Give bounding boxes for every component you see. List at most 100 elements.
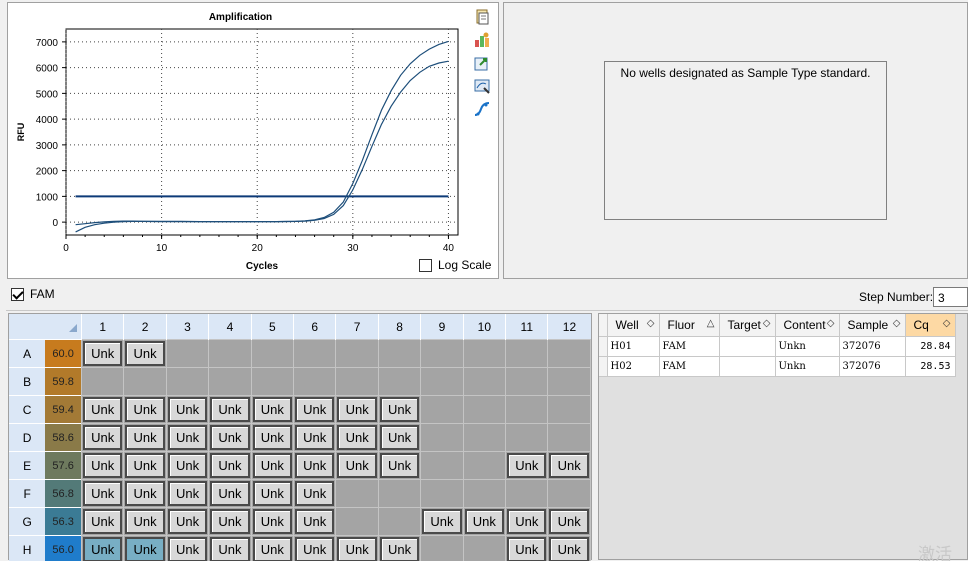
- plate-well[interactable]: Unk: [335, 451, 379, 480]
- results-cell-content[interactable]: Unkn: [775, 336, 840, 357]
- plate-well[interactable]: Unk: [377, 395, 422, 424]
- plate-well[interactable]: [335, 507, 379, 536]
- plate-well[interactable]: Unk: [547, 451, 591, 480]
- plate-row-header[interactable]: F: [9, 479, 46, 508]
- select-all-triangle-icon[interactable]: [9, 314, 81, 336]
- plate-well[interactable]: [250, 367, 295, 396]
- plate-well[interactable]: Unk: [505, 507, 549, 536]
- plate-well[interactable]: Unk: [250, 507, 295, 536]
- plate-well[interactable]: Unk: [377, 451, 422, 480]
- results-cell-sample[interactable]: 372076: [839, 356, 906, 377]
- sort-ascending-icon[interactable]: △: [707, 318, 715, 329]
- plate-row-header[interactable]: G: [9, 507, 46, 536]
- plate-well[interactable]: [377, 507, 422, 536]
- plate-well[interactable]: Unk: [80, 423, 125, 452]
- plate-well[interactable]: [80, 367, 125, 396]
- plate-well[interactable]: [123, 367, 167, 396]
- plate-well[interactable]: Unk: [80, 451, 125, 480]
- plate-well[interactable]: [293, 339, 337, 368]
- plate-well[interactable]: Unk: [208, 395, 252, 424]
- plate-well[interactable]: Unk: [80, 395, 125, 424]
- plate-well[interactable]: Unk: [250, 423, 295, 452]
- plate-column-header[interactable]: 2: [123, 314, 167, 340]
- results-cell-cq[interactable]: 28.84: [905, 336, 956, 357]
- plate-well[interactable]: [208, 367, 252, 396]
- plate-well[interactable]: Unk: [335, 423, 379, 452]
- plate-well[interactable]: Unk: [293, 479, 337, 508]
- plate-well[interactable]: [462, 395, 507, 424]
- plate-well[interactable]: Unk: [293, 395, 337, 424]
- plate-well[interactable]: Unk: [123, 339, 167, 368]
- column-header-fluor[interactable]: Fluor △: [659, 314, 720, 337]
- plate-well[interactable]: Unk: [123, 395, 167, 424]
- fam-checkbox[interactable]: [11, 287, 24, 301]
- results-row[interactable]: H01 FAM Unkn 372076 28.84: [599, 336, 956, 357]
- fluor-selector[interactable]: FAM: [11, 287, 55, 301]
- results-cell-target[interactable]: [719, 356, 776, 377]
- plate-well[interactable]: [462, 535, 507, 561]
- plate-well[interactable]: [250, 339, 295, 368]
- row-selector-header[interactable]: [599, 314, 608, 337]
- results-cell-cq[interactable]: 28.53: [905, 356, 956, 377]
- plate-well[interactable]: Unk: [293, 451, 337, 480]
- results-cell-well[interactable]: H01: [607, 336, 660, 357]
- plate-well[interactable]: [505, 423, 549, 452]
- column-header-target[interactable]: Target ◇: [719, 314, 776, 337]
- results-cell-fluor[interactable]: FAM: [659, 356, 720, 377]
- plate-well[interactable]: Unk: [293, 535, 337, 561]
- plate-row-header[interactable]: B: [9, 367, 46, 396]
- plate-column-header[interactable]: 6: [293, 314, 336, 340]
- results-cell-fluor[interactable]: FAM: [659, 336, 720, 357]
- plate-well[interactable]: Unk: [80, 339, 125, 368]
- plate-well[interactable]: Unk: [123, 507, 167, 536]
- plate-well[interactable]: [377, 367, 422, 396]
- export-icon[interactable]: [472, 53, 492, 73]
- plate-well[interactable]: Unk: [123, 535, 167, 561]
- amplification-chart[interactable]: 0 10 20 30 40 0 1000 2000 3000 4000 5000 6000 7000 Cy…: [8, 3, 500, 280]
- plate-well[interactable]: Unk: [165, 395, 210, 424]
- plate-well[interactable]: [462, 451, 507, 480]
- plate-well[interactable]: Unk: [123, 423, 167, 452]
- plate-column-header[interactable]: 9: [420, 314, 464, 340]
- plate-well[interactable]: [165, 339, 210, 368]
- results-cell-well[interactable]: H02: [607, 356, 660, 377]
- plate-well[interactable]: Unk: [208, 451, 252, 480]
- column-header-content[interactable]: Content ◇: [775, 314, 840, 337]
- plate-well[interactable]: Unk: [123, 479, 167, 508]
- plate-well[interactable]: [377, 479, 422, 508]
- log-scale-checkbox[interactable]: [419, 258, 432, 272]
- plate-row-header[interactable]: C: [9, 395, 46, 424]
- plate-well[interactable]: Unk: [165, 451, 210, 480]
- plate-column-header[interactable]: 4: [208, 314, 252, 340]
- plate-well[interactable]: Unk: [335, 395, 379, 424]
- plate-well[interactable]: Unk: [123, 451, 167, 480]
- row-selector[interactable]: [599, 356, 608, 377]
- plate-well[interactable]: [462, 367, 507, 396]
- plate-well[interactable]: [462, 479, 507, 508]
- plate-well[interactable]: Unk: [165, 507, 210, 536]
- plate-well[interactable]: [547, 339, 591, 368]
- plate-row-header[interactable]: A: [9, 339, 46, 368]
- column-header-cq[interactable]: Cq ◇: [905, 314, 956, 337]
- results-cell-target[interactable]: [719, 336, 776, 357]
- plate-well[interactable]: Unk: [80, 479, 125, 508]
- chart-settings-icon[interactable]: [472, 30, 492, 50]
- plate-well[interactable]: Unk: [80, 535, 125, 561]
- plate-well[interactable]: [420, 423, 464, 452]
- plate-well[interactable]: [420, 339, 464, 368]
- copy-icon[interactable]: [472, 7, 492, 27]
- plate-well[interactable]: Unk: [505, 535, 549, 561]
- plate-well[interactable]: Unk: [250, 479, 295, 508]
- plate-well[interactable]: [462, 423, 507, 452]
- plate-well[interactable]: Unk: [80, 507, 125, 536]
- results-cell-content[interactable]: Unkn: [775, 356, 840, 377]
- plate-row-header[interactable]: H: [9, 535, 46, 561]
- plate-well[interactable]: [547, 367, 591, 396]
- plate-column-header[interactable]: 10: [462, 314, 506, 340]
- column-header-sample[interactable]: Sample ◇: [839, 314, 906, 337]
- plate-well[interactable]: [165, 367, 210, 396]
- plate-column-header[interactable]: 11: [505, 314, 548, 340]
- plate-well[interactable]: [547, 423, 591, 452]
- sort-icon[interactable]: ◇: [943, 318, 951, 329]
- row-selector[interactable]: [599, 336, 608, 357]
